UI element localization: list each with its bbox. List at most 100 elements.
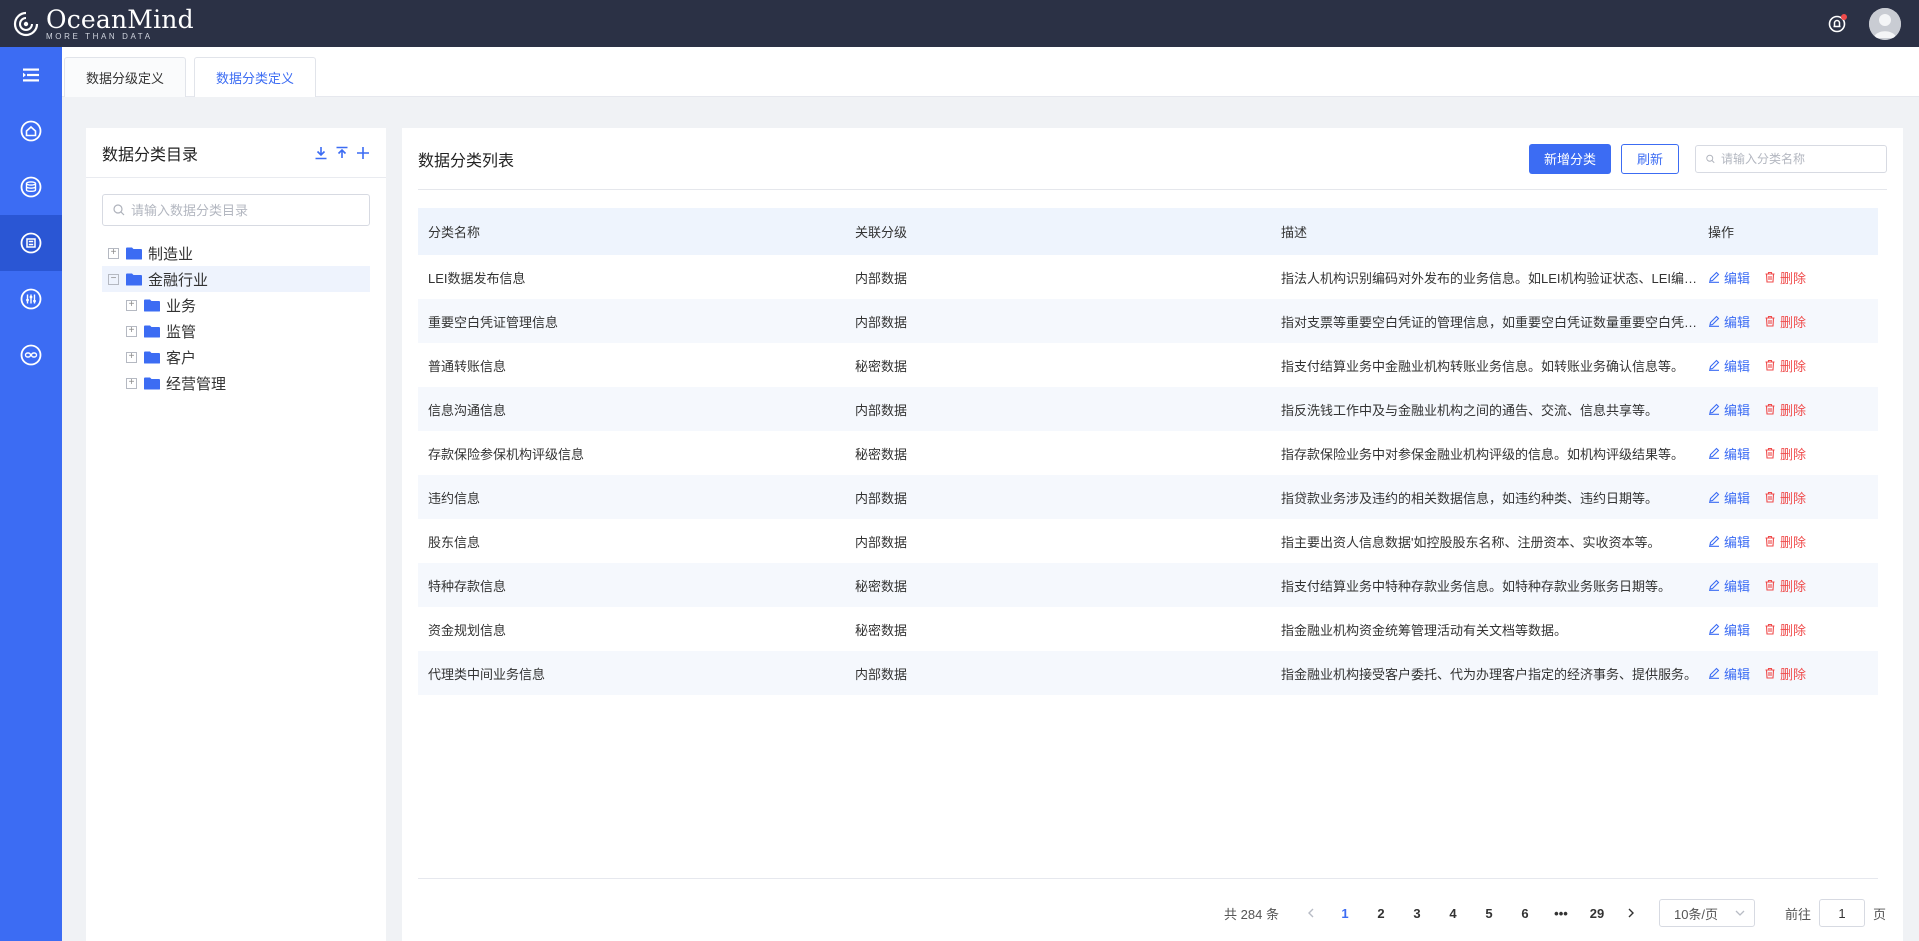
rail-database[interactable] bbox=[0, 159, 62, 215]
tree-search-input[interactable] bbox=[131, 202, 359, 218]
edit-button[interactable]: 编辑 bbox=[1708, 664, 1750, 683]
notification-button[interactable] bbox=[1825, 12, 1849, 36]
rail-integration[interactable] bbox=[0, 327, 62, 383]
cell-actions: 编辑 删除 bbox=[1698, 475, 1878, 519]
edit-label: 编辑 bbox=[1724, 578, 1751, 594]
tree-node[interactable]: + 经营管理 bbox=[102, 370, 370, 396]
tree-node[interactable]: + 客户 bbox=[102, 344, 370, 370]
page-number[interactable]: 6 bbox=[1507, 906, 1543, 921]
tree-node-label: 制造业 bbox=[148, 245, 194, 263]
edit-button[interactable]: 编辑 bbox=[1708, 576, 1750, 595]
tree-node-label: 业务 bbox=[166, 297, 197, 315]
user-avatar[interactable] bbox=[1869, 7, 1901, 40]
cell-level: 秘密数据 bbox=[845, 563, 1271, 607]
delete-button[interactable]: 删除 bbox=[1764, 400, 1806, 419]
delete-button[interactable]: 删除 bbox=[1764, 312, 1806, 331]
menu-toggle-icon bbox=[23, 68, 39, 82]
page-number[interactable]: 5 bbox=[1471, 906, 1507, 921]
goto-page-input[interactable]: 1 bbox=[1818, 899, 1865, 927]
delete-button[interactable]: 删除 bbox=[1764, 356, 1806, 375]
edit-icon bbox=[1709, 359, 1720, 371]
column-header-name: 分类名称 bbox=[418, 208, 845, 255]
edit-button[interactable]: 编辑 bbox=[1708, 268, 1750, 287]
delete-button[interactable]: 删除 bbox=[1764, 664, 1806, 683]
app-logo[interactable]: OceanMind MORE THAN DATA bbox=[0, 7, 194, 41]
tab-data-classification[interactable]: 数据分类定义 bbox=[194, 57, 317, 97]
folder-icon bbox=[126, 247, 142, 259]
column-header-description: 描述 bbox=[1271, 208, 1698, 255]
delete-label: 删除 bbox=[1780, 446, 1807, 462]
folder-icon bbox=[144, 299, 160, 311]
delete-button[interactable]: 删除 bbox=[1764, 620, 1806, 639]
add-classification-button[interactable]: 新增分类 bbox=[1528, 143, 1611, 174]
page-number[interactable]: 3 bbox=[1399, 906, 1435, 921]
page-size-select[interactable]: 10条/页 bbox=[1658, 899, 1755, 927]
page-ellipsis[interactable]: ••• bbox=[1543, 906, 1579, 921]
oceanmind-logo-icon bbox=[13, 11, 39, 36]
pagination: 共 284 条 1 2 3 4 5 6 ••• 29 10条/页 前往 1 页 bbox=[1224, 897, 1886, 929]
delete-button[interactable]: 删除 bbox=[1764, 488, 1806, 507]
goto-suffix: 页 bbox=[1872, 906, 1886, 922]
edit-label: 编辑 bbox=[1724, 666, 1751, 682]
delete-button[interactable]: 删除 bbox=[1764, 268, 1806, 287]
list-search-input[interactable] bbox=[1721, 151, 1876, 166]
next-page-button[interactable] bbox=[1615, 906, 1647, 921]
edit-button[interactable]: 编辑 bbox=[1708, 312, 1750, 331]
upload-icon bbox=[336, 146, 347, 158]
add-category-button[interactable] bbox=[355, 145, 370, 160]
delete-button[interactable]: 删除 bbox=[1764, 576, 1806, 595]
collapse-icon[interactable]: − bbox=[108, 273, 119, 285]
expand-icon[interactable]: + bbox=[126, 377, 137, 389]
prev-page-button[interactable] bbox=[1295, 906, 1327, 921]
edit-button[interactable]: 编辑 bbox=[1708, 488, 1750, 507]
tab-data-grading[interactable]: 数据分级定义 bbox=[64, 57, 187, 97]
page-number[interactable]: 1 bbox=[1327, 906, 1363, 921]
link-icon bbox=[20, 344, 42, 366]
table-row: 代理类中间业务信息 内部数据 指金融业机构接受客户委托、代为办理客户指定的经济事务、… bbox=[418, 651, 1878, 695]
page-number[interactable]: 2 bbox=[1363, 906, 1399, 921]
page-number[interactable]: 4 bbox=[1435, 906, 1471, 921]
trash-icon bbox=[1765, 403, 1775, 415]
tree-node-label: 客户 bbox=[166, 349, 197, 367]
edit-button[interactable]: 编辑 bbox=[1708, 532, 1750, 551]
edit-button[interactable]: 编辑 bbox=[1708, 356, 1750, 375]
edit-button[interactable]: 编辑 bbox=[1708, 444, 1750, 463]
delete-button[interactable]: 删除 bbox=[1764, 444, 1806, 463]
edit-button[interactable]: 编辑 bbox=[1708, 620, 1750, 639]
plus-icon bbox=[356, 146, 369, 159]
delete-label: 删除 bbox=[1780, 270, 1807, 286]
expand-icon[interactable]: + bbox=[126, 351, 137, 363]
edit-icon bbox=[1709, 491, 1720, 503]
brand-name: OceanMind bbox=[46, 4, 194, 34]
expand-icon[interactable]: + bbox=[126, 299, 137, 311]
cell-level: 秘密数据 bbox=[855, 622, 908, 638]
trash-icon bbox=[1765, 315, 1775, 327]
rail-menu-toggle[interactable] bbox=[0, 47, 62, 103]
chevron-right-icon bbox=[1628, 908, 1634, 917]
cell-description: 指金融业机构资金统筹管理活动有关文档等数据。 bbox=[1281, 622, 1568, 638]
upload-button[interactable] bbox=[334, 145, 349, 160]
expand-icon[interactable]: + bbox=[126, 325, 137, 337]
tree-node[interactable]: + 制造业 bbox=[102, 240, 370, 266]
tree-node[interactable]: − 金融行业 bbox=[102, 266, 370, 292]
goto-page: 前往 1 页 bbox=[1785, 899, 1886, 927]
delete-button[interactable]: 删除 bbox=[1764, 532, 1806, 551]
edit-button[interactable]: 编辑 bbox=[1708, 400, 1750, 419]
table-row: 资金规划信息 秘密数据 指金融业机构资金统筹管理活动有关文档等数据。 编辑 删除 bbox=[418, 607, 1878, 651]
sliders-icon bbox=[20, 288, 42, 310]
chevron-left-icon bbox=[1307, 908, 1314, 917]
tree-node[interactable]: + 监管 bbox=[102, 318, 370, 344]
delete-label: 删除 bbox=[1780, 490, 1807, 506]
download-button[interactable] bbox=[313, 145, 328, 160]
tree-node[interactable]: + 业务 bbox=[102, 292, 370, 318]
cell-name: LEI数据发布信息 bbox=[428, 270, 526, 286]
refresh-button[interactable]: 刷新 bbox=[1620, 143, 1679, 174]
rail-settings[interactable] bbox=[0, 271, 62, 327]
cell-actions: 编辑 删除 bbox=[1698, 255, 1878, 299]
rail-home[interactable] bbox=[0, 103, 62, 159]
tree-node-label: 监管 bbox=[166, 323, 197, 341]
folder-icon bbox=[144, 325, 160, 337]
rail-classification[interactable] bbox=[0, 215, 62, 271]
expand-icon[interactable]: + bbox=[108, 247, 119, 259]
page-number[interactable]: 29 bbox=[1579, 906, 1615, 921]
